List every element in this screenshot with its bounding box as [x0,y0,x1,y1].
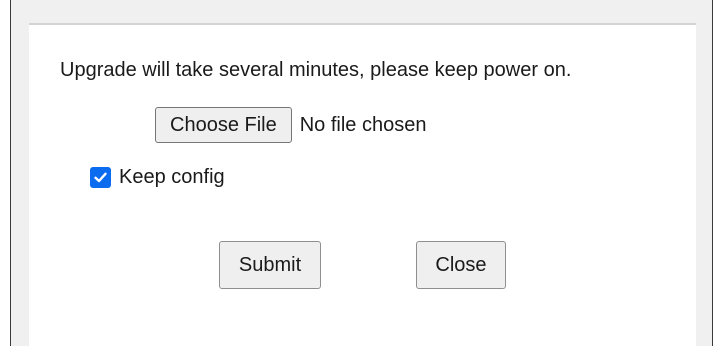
file-picker: Choose File No file chosen [155,107,426,143]
keep-config-label: Keep config [119,166,225,188]
keep-config-row: Keep config [90,166,225,189]
keep-config-checkbox[interactable] [90,167,111,188]
close-button[interactable]: Close [416,241,506,289]
checkmark-icon [94,172,107,183]
file-status-text: No file chosen [299,113,427,136]
submit-button[interactable]: Submit [219,241,321,289]
upgrade-message: Upgrade will take several minutes, pleas… [60,59,572,81]
choose-file-button[interactable]: Choose File [155,107,292,143]
